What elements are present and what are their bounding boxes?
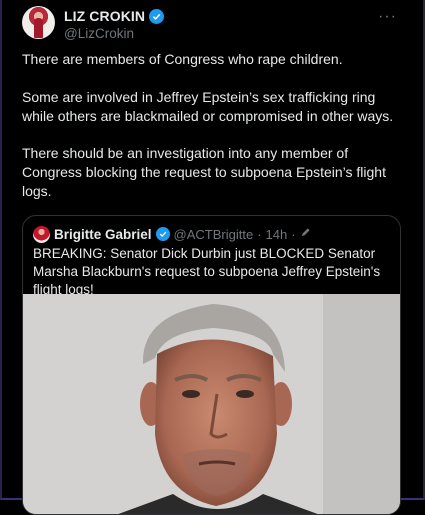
quoted-header: Brigitte Gabriel @ACTBrigitte · 14h ·	[33, 225, 311, 243]
avatar[interactable]	[22, 6, 55, 39]
separator-dot: ·	[257, 226, 262, 242]
tweet-paragraph: There should be an investigation into an…	[22, 145, 386, 199]
quoted-author-name[interactable]: Brigitte Gabriel	[54, 227, 152, 242]
quoted-timestamp[interactable]: 14h	[266, 227, 288, 242]
tweet-paragraph: Some are involved in Jeffrey Epstein’s s…	[22, 88, 394, 124]
tweet-paragraph: There are members of Congress who rape c…	[22, 51, 343, 67]
verified-badge-icon	[155, 227, 170, 241]
quoted-text: BREAKING: Senator Dick Durbin just BLOCK…	[33, 246, 381, 297]
tweet-text: There are members of Congress who rape c…	[22, 50, 407, 220]
tweet-header: LIZ CROKIN @LizCrokin ···	[22, 6, 405, 42]
author-handle[interactable]: @LizCrokin	[64, 26, 134, 41]
quoted-author-handle[interactable]: @ACTBrigitte	[174, 227, 254, 242]
quoted-avatar[interactable]	[33, 225, 50, 243]
quoted-tweet[interactable]: Brigitte Gabriel @ACTBrigitte · 14h · BR…	[22, 215, 401, 515]
separator-dot: ·	[291, 226, 296, 242]
verified-badge-icon	[149, 8, 165, 24]
author-name[interactable]: LIZ CROKIN	[64, 8, 145, 24]
edited-pencil-icon	[300, 225, 311, 243]
author-row: LIZ CROKIN	[64, 8, 165, 24]
quoted-photo[interactable]	[23, 294, 400, 514]
portrait-image	[23, 294, 400, 514]
more-dots-icon[interactable]: ···	[378, 8, 397, 26]
